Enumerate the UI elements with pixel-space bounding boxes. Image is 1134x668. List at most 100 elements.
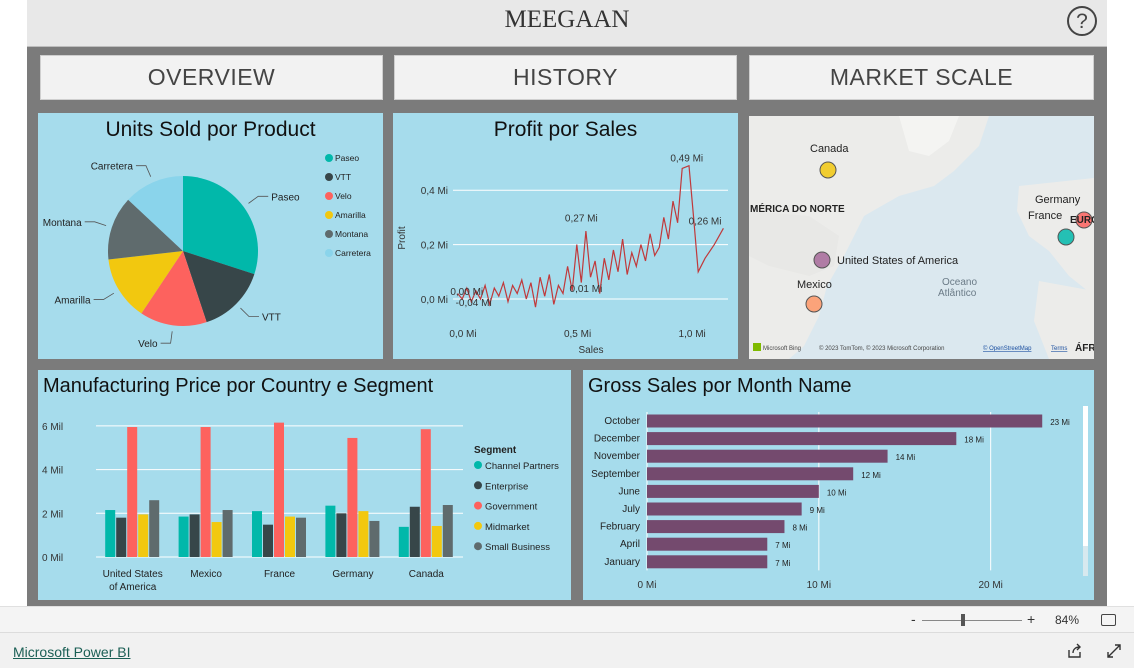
tile-gross-sales[interactable]: Gross Sales por Month Name 0 Mi 10 Mi 20 M… xyxy=(583,370,1094,600)
category-label: November xyxy=(594,451,641,462)
column-bar[interactable] xyxy=(431,525,442,557)
chart-title: Units Sold por Product xyxy=(105,118,316,141)
zoom-in-button[interactable]: + xyxy=(1027,611,1035,627)
legend-label[interactable]: Amarilla xyxy=(335,210,366,220)
nav-button-overview[interactable]: OVERVIEW xyxy=(40,55,383,100)
legend-label[interactable]: Enterprise xyxy=(485,481,528,492)
map-label-ocean-1: Oceano xyxy=(942,277,977,288)
help-icon[interactable]: ? xyxy=(1067,6,1097,36)
data-label: 9 Mi xyxy=(810,506,825,515)
column-bar[interactable] xyxy=(420,429,431,557)
column-bar[interactable] xyxy=(347,437,358,557)
column-bar[interactable] xyxy=(442,505,453,557)
column-bar[interactable] xyxy=(127,427,138,557)
y-tick-label: 0 Mil xyxy=(42,553,63,564)
data-label: 8 Mi xyxy=(792,524,807,533)
bar[interactable] xyxy=(647,414,1043,428)
nav-button-history[interactable]: HISTORY xyxy=(394,55,737,100)
data-label: 0,00 Mi xyxy=(450,287,483,298)
x-tick-label: United States xyxy=(103,569,163,580)
legend-label[interactable]: Government xyxy=(485,502,538,513)
zoom-out-button[interactable]: - xyxy=(911,611,916,627)
bar[interactable] xyxy=(647,502,802,516)
column-bar[interactable] xyxy=(189,514,200,557)
y-tick-label: 0,2 Mi xyxy=(421,241,448,252)
column-bar[interactable] xyxy=(325,505,336,557)
tile-units-sold[interactable]: Units Sold por Product Paseo VTT Velo Amari… xyxy=(38,113,383,359)
column-bar[interactable] xyxy=(200,427,211,557)
zoom-slider-thumb[interactable] xyxy=(961,614,965,626)
column-bar[interactable] xyxy=(285,516,295,557)
pie-chart: Paseo VTT Velo Amarilla Montana Carretera Pase… xyxy=(43,153,371,350)
column-bar[interactable] xyxy=(149,500,160,557)
tile-map[interactable]: Canada MÉRICA DO NORTE United States of … xyxy=(749,116,1094,359)
map-marker-france[interactable] xyxy=(1057,228,1075,246)
column-bar[interactable] xyxy=(252,511,262,557)
column-bar[interactable] xyxy=(105,510,116,557)
data-label: 10 Mi xyxy=(827,488,847,497)
map-osm-link[interactable]: © OpenStreetMap xyxy=(983,345,1032,352)
bar[interactable] xyxy=(647,520,785,534)
legend-label[interactable]: Carretera xyxy=(335,248,371,258)
scrollbar-track[interactable] xyxy=(1083,406,1088,576)
x-axis-title: Sales xyxy=(578,345,603,356)
pie-label: VTT xyxy=(262,313,281,324)
bar[interactable] xyxy=(647,449,888,463)
column-bar[interactable] xyxy=(138,514,149,557)
legend-label[interactable]: Small Business xyxy=(485,542,550,553)
column-bar[interactable] xyxy=(178,516,189,557)
x-tick-label: 1,0 Mi xyxy=(679,329,706,340)
data-label: 0,26 Mi xyxy=(689,216,722,227)
map-marker-canada[interactable] xyxy=(819,161,837,179)
bar[interactable] xyxy=(647,555,768,569)
legend-marker xyxy=(325,249,333,257)
report-title: MEEGAAN xyxy=(504,6,630,33)
column-bar[interactable] xyxy=(336,513,347,557)
column-bar[interactable] xyxy=(296,517,306,557)
expand-icon[interactable] xyxy=(1106,643,1122,659)
map-marker-mexico[interactable] xyxy=(805,295,823,313)
column-bar[interactable] xyxy=(116,517,127,557)
column-bar[interactable] xyxy=(369,520,380,557)
pie-leader-line xyxy=(84,221,107,226)
scrollbar-thumb[interactable] xyxy=(1083,406,1088,546)
legend-label[interactable]: VTT xyxy=(335,172,351,182)
legend-marker xyxy=(474,542,482,551)
tile-profit-sales[interactable]: Profit por Sales 0,0 Mi 0,2 Mi 0,4 Mi 0,0 M… xyxy=(393,113,738,359)
map-marker-usa[interactable] xyxy=(813,251,831,269)
legend-label[interactable]: Paseo xyxy=(335,153,359,163)
column-bar[interactable] xyxy=(409,506,420,557)
legend-label[interactable]: Montana xyxy=(335,229,368,239)
share-icon[interactable] xyxy=(1067,643,1083,659)
nav-button-market-scale[interactable]: MARKET SCALE xyxy=(749,55,1094,100)
map-terms-link[interactable]: Terms xyxy=(1051,346,1067,352)
bar[interactable] xyxy=(647,432,957,446)
tile-manufacturing-price[interactable]: Manufacturing Price por Country e Segmen… xyxy=(38,370,571,600)
map-label-france: France xyxy=(1028,210,1062,222)
column-bar[interactable] xyxy=(222,510,233,557)
map-label-canada: Canada xyxy=(810,143,849,155)
data-label: 7 Mi xyxy=(775,559,790,568)
report-canvas: MEEGAAN ? OVERVIEW HISTORY MARKET SCALE … xyxy=(27,0,1107,606)
column-bar[interactable] xyxy=(398,526,409,557)
y-tick-label: 0,4 Mi xyxy=(421,186,448,197)
legend-label[interactable]: Channel Partners xyxy=(485,461,559,472)
column-bar[interactable] xyxy=(211,522,222,557)
legend-label[interactable]: Midmarket xyxy=(485,522,530,533)
fit-to-page-icon[interactable] xyxy=(1101,614,1116,626)
column-bar[interactable] xyxy=(274,422,284,557)
y-axis-title: Profit xyxy=(397,226,408,250)
y-tick-label: 4 Mil xyxy=(42,466,63,477)
pie-leader-line xyxy=(240,307,259,317)
zoom-slider-track[interactable] xyxy=(922,620,1022,621)
bar[interactable] xyxy=(647,537,768,551)
bar[interactable] xyxy=(647,484,819,498)
column-bar[interactable] xyxy=(358,511,369,557)
power-bi-link[interactable]: Microsoft Power BI xyxy=(13,644,130,660)
x-tick-label: Canada xyxy=(409,569,444,580)
column-bar[interactable] xyxy=(263,524,273,557)
x-tick-label: Mexico xyxy=(190,569,222,580)
chart-title: Gross Sales por Month Name xyxy=(588,375,852,397)
bar[interactable] xyxy=(647,467,854,481)
legend-label[interactable]: Velo xyxy=(335,191,352,201)
